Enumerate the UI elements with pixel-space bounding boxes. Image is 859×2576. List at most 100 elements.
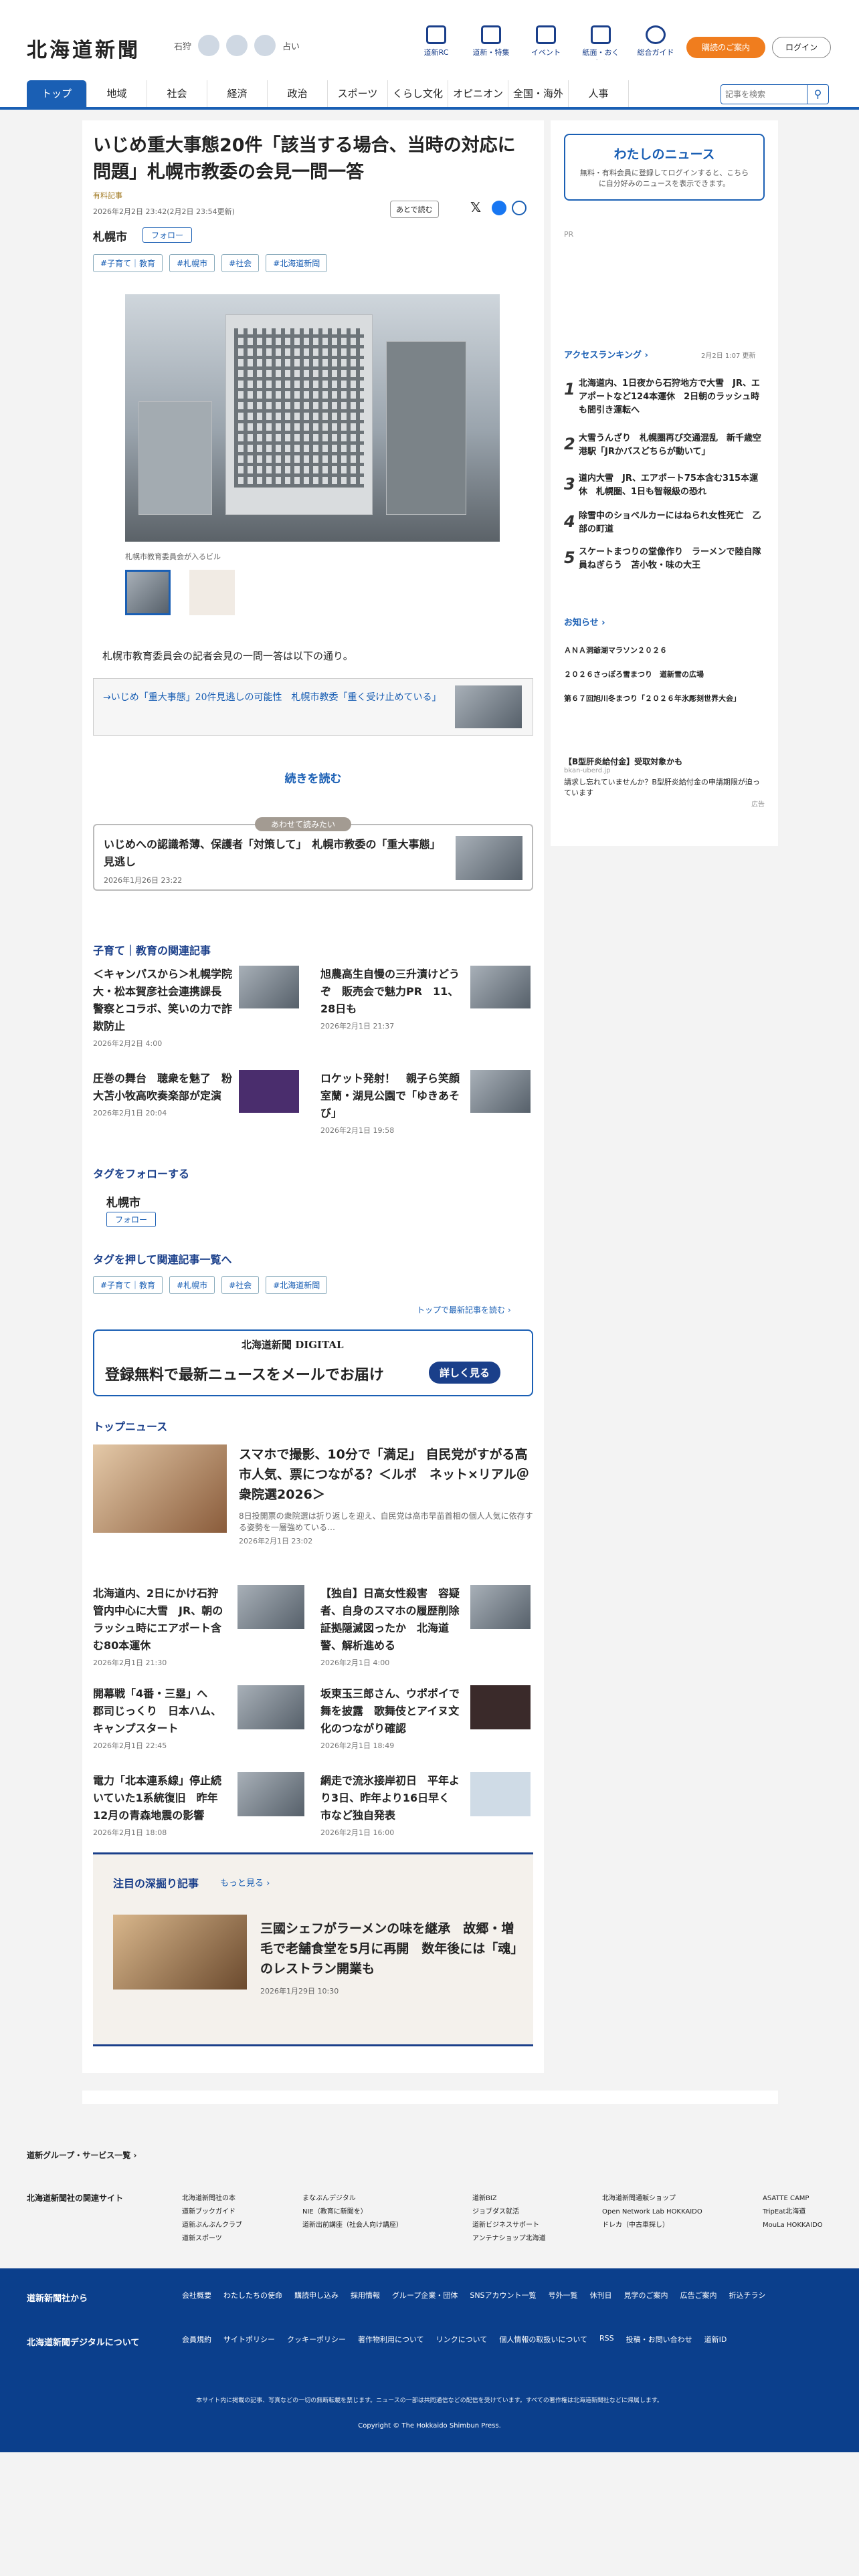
- to-top-link[interactable]: トップで最新記事を読む ›: [417, 1304, 511, 1315]
- related-link-box[interactable]: →いじめ「重大事態」20件見逃しの可能性 札幌市教委「重く受け止めている」: [93, 678, 533, 736]
- footer-link[interactable]: 道新ビジネスサポート: [472, 2219, 546, 2232]
- main-photo[interactable]: [125, 294, 500, 542]
- footer-link[interactable]: 号外一覧: [549, 2290, 578, 2300]
- ranking-item[interactable]: 2 大雪うんざり 札幌圏再び交通混乱 新千歳空港駅「JRかバスどちらが動いて」: [564, 432, 765, 459]
- tab-personnel[interactable]: 人事: [569, 80, 629, 107]
- save-later-button[interactable]: あとで読む: [390, 201, 439, 218]
- login-button[interactable]: ログイン: [772, 37, 831, 58]
- footer-link[interactable]: 著作物利用について: [358, 2334, 424, 2345]
- footer-link[interactable]: 北海道新聞通販ショップ: [602, 2192, 702, 2206]
- footer-link[interactable]: 会員規約: [182, 2334, 211, 2345]
- footer-link[interactable]: リンクについて: [436, 2334, 488, 2345]
- list-item[interactable]: 北海道内、2日にかけ石狩管内中心に大雪 JR、朝のラッシュ時にエアポート含む80…: [93, 1585, 227, 1668]
- footer-link[interactable]: クッキーポリシー: [287, 2334, 346, 2345]
- footer-link[interactable]: NIE（教育に新聞を）: [302, 2206, 403, 2219]
- notice-title[interactable]: お知らせ ›: [564, 615, 605, 628]
- footer-link[interactable]: 休刊日: [590, 2290, 612, 2300]
- follow-button[interactable]: フォロー: [142, 227, 193, 243]
- footer-link[interactable]: 投稿・お問い合わせ: [626, 2334, 692, 2345]
- tab-sports[interactable]: スポーツ: [328, 80, 388, 107]
- deep-item-title[interactable]: 三國シェフがラーメンの味を継承 故郷・増毛で老舗食堂を5月に再開 数年後には「魂…: [260, 1919, 521, 1979]
- subscribe-button[interactable]: 購読のご案内: [686, 37, 765, 58]
- group-link[interactable]: 道新グループ・サービス一覧 ›: [27, 2149, 136, 2161]
- footer-link[interactable]: 購読申し込み: [294, 2290, 339, 2300]
- notice-item[interactable]: 第６７回旭川冬まつり「２０２６年氷彫刻世界大会」: [564, 693, 741, 704]
- article-thumb[interactable]: [239, 966, 299, 1008]
- tab-society[interactable]: 社会: [147, 80, 207, 107]
- tag-chip[interactable]: #札幌市: [169, 254, 215, 272]
- photo-thumb[interactable]: [189, 570, 235, 615]
- ranking-item[interactable]: 4 除雪中のショベルカーにはねられ女性死亡 乙部の町道: [564, 510, 765, 536]
- tag-chip[interactable]: #子育て｜教育: [93, 1276, 163, 1294]
- tab-world[interactable]: 全国・海外: [508, 80, 569, 107]
- footer-link[interactable]: アンテナショップ北海道: [472, 2232, 546, 2246]
- footer-link[interactable]: ドレカ（中古車探し）: [602, 2219, 702, 2232]
- tab-economy[interactable]: 経済: [207, 80, 268, 107]
- tag-chip[interactable]: #北海道新聞: [266, 1276, 328, 1294]
- weather-widget[interactable]: 石狩 占い: [174, 35, 300, 56]
- search-icon[interactable]: ⚲: [807, 85, 828, 104]
- x-share-icon[interactable]: 𝕏: [470, 199, 481, 215]
- article-thumb[interactable]: [239, 1070, 299, 1113]
- list-item[interactable]: 坂東玉三郎さん、ウポポイで舞を披露 歌舞伎とアイヌ文化のつながり確認 2026年2…: [320, 1685, 461, 1751]
- footer-link[interactable]: 道新出前講座（社会人向け講座）: [302, 2219, 403, 2232]
- tab-region[interactable]: 地域: [87, 80, 147, 107]
- tag-chip[interactable]: #社会: [221, 1276, 260, 1294]
- facebook-share-icon[interactable]: [492, 201, 506, 215]
- footer-link[interactable]: ジョブダス就活: [472, 2206, 546, 2219]
- also-read-box[interactable]: あわせて読みたい いじめへの認識希薄、保護者「対策して」 札幌市教委の「重大事態…: [93, 817, 533, 891]
- tab-life[interactable]: くらし文化: [388, 80, 448, 107]
- lead-thumb[interactable]: [93, 1444, 227, 1533]
- footer-link[interactable]: 道新ID: [704, 2334, 727, 2345]
- ranking-item[interactable]: 1 北海道内、1日夜から石狩地方で大雪 JR、エアポートなど124本運休 2日朝の…: [564, 377, 765, 417]
- tab-politics[interactable]: 政治: [268, 80, 328, 107]
- list-item[interactable]: 網走で流氷接岸初日 平年より3日、昨年より16日早く 市など独自発表 2026年2…: [320, 1772, 461, 1838]
- footer-link[interactable]: ASATTE CAMP: [763, 2192, 823, 2206]
- photo-thumb[interactable]: [125, 570, 171, 615]
- footer-link[interactable]: 折込チラシ: [729, 2290, 766, 2300]
- footer-link[interactable]: 道新BIZ: [472, 2192, 546, 2206]
- article-thumb[interactable]: [237, 1772, 304, 1816]
- footer-link[interactable]: サイトポリシー: [223, 2334, 275, 2345]
- footer-link[interactable]: MouLa HOKKAIDO: [763, 2219, 823, 2232]
- tag-chip[interactable]: #北海道新聞: [266, 254, 328, 272]
- tag-chip[interactable]: #子育て｜教育: [93, 254, 163, 272]
- share-icon[interactable]: [512, 201, 527, 215]
- footer-link[interactable]: 採用情報: [351, 2290, 380, 2300]
- tag-chip[interactable]: #社会: [221, 254, 260, 272]
- ranking-item[interactable]: 5 スケートまつりの堂像作り ラーメンで陸自隊員ねぎらう 苫小牧・味の大王: [564, 546, 765, 572]
- notice-item[interactable]: ＡＮＡ洞爺湖マラソン２０２６: [564, 645, 667, 655]
- list-item[interactable]: 【独自】日高女性殺害 容疑者、自身のスマホの履歴削除 証拠隠滅図ったか 北海道警…: [320, 1585, 470, 1668]
- footer-link[interactable]: 個人情報の取扱いについて: [499, 2334, 587, 2345]
- read-more-button[interactable]: 続きを読む: [82, 769, 544, 786]
- sidebar-ad[interactable]: 【B型肝炎給付金】受取対象かも bkan-uberd.jp 請求し忘れていません…: [564, 756, 765, 809]
- article-thumb[interactable]: [237, 1585, 304, 1629]
- footer-link[interactable]: 会社概要: [182, 2290, 211, 2300]
- article-thumb[interactable]: [470, 966, 531, 1008]
- footer-link[interactable]: 見学のご案内: [624, 2290, 668, 2300]
- footer-link[interactable]: SNSアカウント一覧: [470, 2290, 536, 2300]
- search-input[interactable]: [721, 85, 807, 104]
- footer-link[interactable]: 北海道新聞社の本: [182, 2192, 242, 2206]
- mail-banner[interactable]: 北海道新聞 DIGITAL 登録無料で最新ニュースをメールでお届け 詳しく見る: [93, 1329, 533, 1396]
- list-item[interactable]: 開幕戦「4番・三塁」へ 郡司じっくり 日本ハム、キャンプスタート 2026年2月1…: [93, 1685, 227, 1751]
- lead-article[interactable]: スマホで撮影、10分で「満足」 自民党がすがる高市人気、票につながる？＜ルポ ネ…: [239, 1444, 533, 1546]
- footer-link[interactable]: まなぶんデジタル: [302, 2192, 403, 2206]
- footer-link[interactable]: Open Network Lab HOKKAIDO: [602, 2206, 702, 2219]
- footer-link[interactable]: 道新ぶんぶんクラブ: [182, 2219, 242, 2232]
- article-thumb[interactable]: [470, 1772, 531, 1816]
- article-thumb[interactable]: [237, 1685, 304, 1729]
- deep-thumb[interactable]: [113, 1915, 247, 1990]
- article-thumb[interactable]: [470, 1585, 531, 1629]
- footer-link[interactable]: 道新ブックガイド: [182, 2206, 242, 2219]
- article-thumb[interactable]: [470, 1685, 531, 1729]
- footer-link[interactable]: 広告ご案内: [680, 2290, 717, 2300]
- follow-button[interactable]: フォロー: [106, 1212, 157, 1227]
- tab-top[interactable]: トップ: [27, 80, 87, 107]
- footer-link[interactable]: グループ企業・団体: [392, 2290, 458, 2300]
- footer-link[interactable]: RSS: [599, 2334, 614, 2345]
- tag-chip[interactable]: #札幌市: [169, 1276, 215, 1294]
- tab-opinion[interactable]: オピニオン: [448, 80, 508, 107]
- deep-more-link[interactable]: もっと見る ›: [220, 1876, 270, 1889]
- footer-link[interactable]: TripEat北海道: [763, 2206, 823, 2219]
